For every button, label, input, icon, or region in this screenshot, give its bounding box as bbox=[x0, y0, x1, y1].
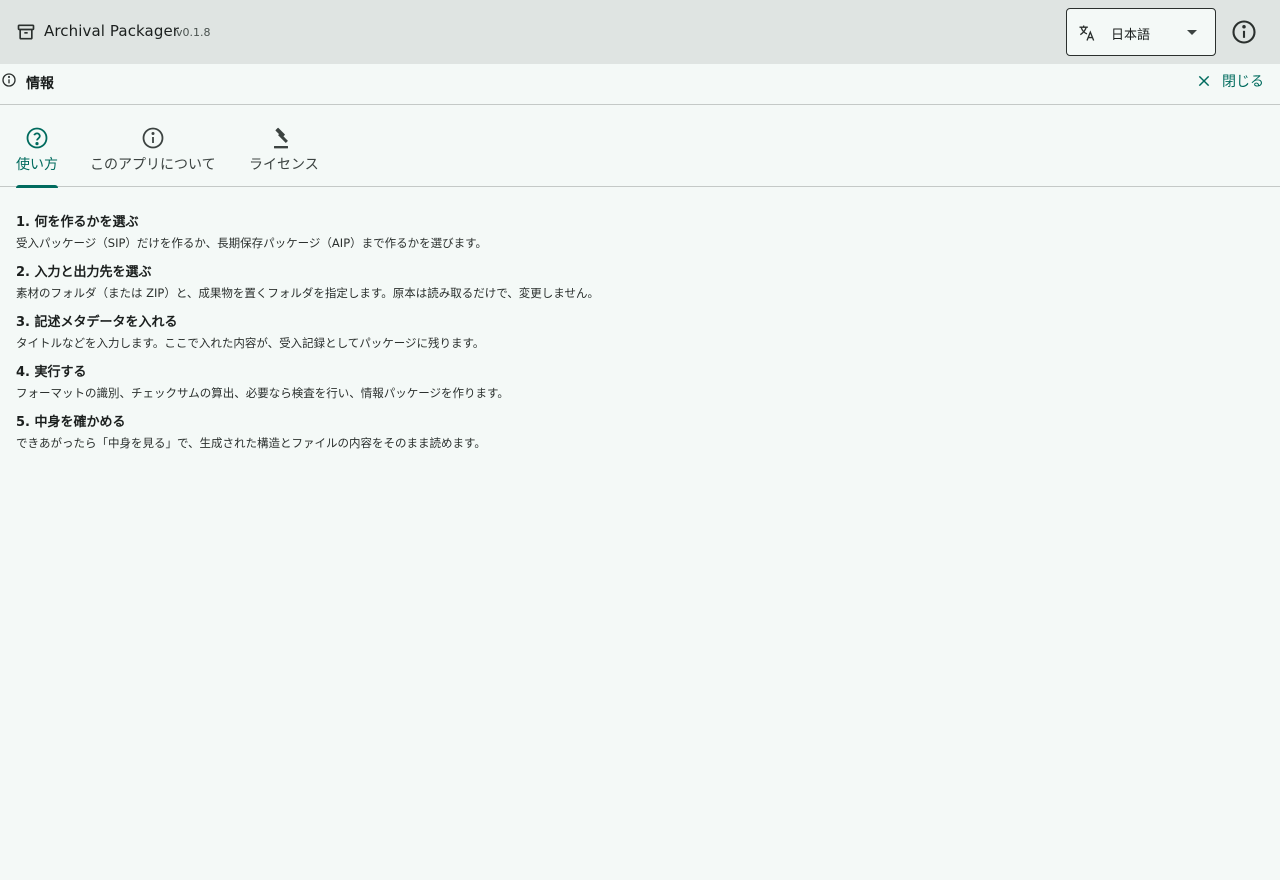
step-item: 1. 何を作るかを選ぶ 受入パッケージ（SIP）だけを作るか、長期保存パッケージ… bbox=[16, 214, 1256, 254]
info-icon bbox=[142, 127, 164, 149]
app-version: v0.1.8 bbox=[176, 26, 211, 39]
language-select[interactable]: 日本語 bbox=[1066, 8, 1216, 56]
help-circle-icon bbox=[26, 127, 48, 149]
step-title: 2. 入力と出力先を選ぶ bbox=[16, 265, 152, 280]
archive-box-icon bbox=[17, 24, 35, 40]
tab-active-indicator bbox=[16, 185, 58, 188]
tab-usage-label: 使い方 bbox=[16, 157, 58, 173]
step-item: 3. 記述メタデータを入れる タイトルなどを入力します。ここで入れた内容が、受入… bbox=[16, 314, 1256, 354]
step-title: 5. 中身を確かめる bbox=[16, 415, 126, 430]
close-button[interactable]: 閉じる bbox=[1196, 70, 1264, 92]
step-description: できあがったら「中身を見る」で、生成された構造とファイルの内容をそのまま読めます… bbox=[16, 436, 486, 450]
info-icon bbox=[2, 73, 16, 87]
tab-license-label: ライセンス bbox=[249, 157, 319, 173]
app-title: Archival Packager bbox=[44, 22, 180, 40]
chevron-down-icon bbox=[1187, 30, 1197, 35]
step-description: 受入パッケージ（SIP）だけを作るか、長期保存パッケージ（AIP）まで作るかを選… bbox=[16, 236, 487, 250]
info-panel-header: 情報 閉じる bbox=[0, 64, 1280, 105]
tab-about[interactable]: このアプリについて bbox=[90, 105, 218, 187]
app-topbar: Archival Packager v0.1.8 日本語 bbox=[0, 0, 1280, 64]
step-title: 4. 実行する bbox=[16, 365, 87, 380]
step-description: 素材のフォルダ（または ZIP）と、成果物を置くフォルダを指定します。原本は読み… bbox=[16, 286, 599, 300]
step-item: 4. 実行する フォーマットの識別、チェックサムの算出、必要なら検査を行い、情報… bbox=[16, 364, 1256, 404]
gavel-icon bbox=[274, 127, 288, 149]
close-button-label: 閉じる bbox=[1222, 74, 1264, 90]
close-icon bbox=[1198, 75, 1210, 87]
step-title: 3. 記述メタデータを入れる bbox=[16, 315, 178, 330]
tab-about-label: このアプリについて bbox=[90, 157, 216, 173]
info-tabs: 使い方 このアプリについて ライセンス bbox=[0, 105, 1280, 188]
language-select-value: 日本語 bbox=[1111, 28, 1151, 43]
tab-usage[interactable]: 使い方 bbox=[16, 105, 58, 188]
step-item: 2. 入力と出力先を選ぶ 素材のフォルダ（または ZIP）と、成果物を置くフォル… bbox=[16, 264, 1256, 304]
step-title: 1. 何を作るかを選ぶ bbox=[16, 215, 139, 230]
panel-title: 情報 bbox=[26, 76, 54, 92]
step-description: フォーマットの識別、チェックサムの算出、必要なら検査を行い、情報パッケージを作り… bbox=[16, 386, 509, 400]
translate-icon bbox=[1079, 25, 1095, 41]
info-icon[interactable] bbox=[1230, 18, 1258, 46]
usage-steps: 1. 何を作るかを選ぶ 受入パッケージ（SIP）だけを作るか、長期保存パッケージ… bbox=[16, 214, 1256, 464]
step-item: 5. 中身を確かめる できあがったら「中身を見る」で、生成された構造とファイルの… bbox=[16, 414, 1256, 454]
step-description: タイトルなどを入力します。ここで入れた内容が、受入記録としてパッケージに残ります… bbox=[16, 336, 485, 350]
tab-license[interactable]: ライセンス bbox=[249, 105, 321, 187]
